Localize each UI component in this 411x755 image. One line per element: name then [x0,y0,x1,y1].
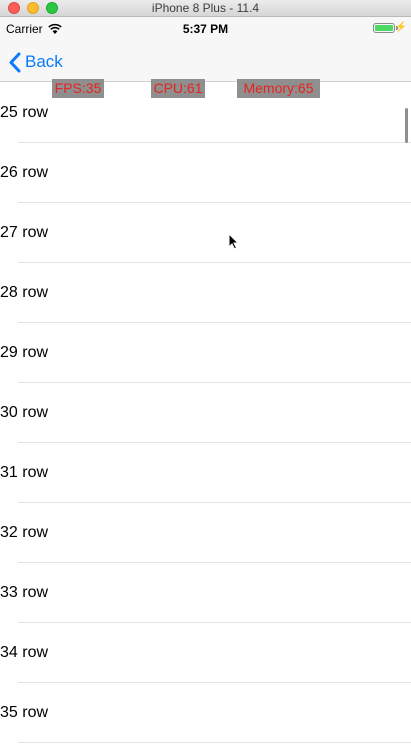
status-time: 5:37 PM [182,22,229,36]
table-row[interactable]: 26 row [0,143,411,203]
chevron-left-icon [9,52,21,72]
row-label: 27 row [0,224,49,241]
window-title: iPhone 8 Plus - 11.4 [151,1,260,15]
memory-monitor-label: Memory:65 [237,79,320,98]
simulator-title-bar: iPhone 8 Plus - 11.4 [0,0,411,17]
battery-icon [373,23,395,33]
row-label: 25 row [0,104,49,121]
row-label: 31 row [0,464,49,481]
table-row[interactable]: 34 row [0,623,411,683]
table-row[interactable]: 28 row [0,263,411,323]
row-label: 34 row [0,644,49,661]
navigation-bar: Back [0,41,411,82]
fps-monitor-label: FPS:35 [52,79,104,98]
row-label: 30 row [0,404,49,421]
back-button[interactable]: Back [8,51,63,73]
row-label: 33 row [0,584,49,601]
table-row[interactable]: 35 row [0,683,411,743]
row-label: 28 row [0,284,49,301]
mouse-cursor-icon [228,233,239,250]
cpu-monitor-label: CPU:61 [151,79,205,98]
table-row[interactable]: 30 row [0,383,411,443]
table-view[interactable]: 25 row 26 row 27 row 28 row 29 row 30 row 31 r… [0,83,411,755]
table-row[interactable]: 33 row [0,563,411,623]
back-button-label: Back [25,52,63,71]
table-row[interactable]: 27 row [0,203,411,263]
status-bar: Carrier 5:37 PM ⚡ [0,17,411,41]
charging-bolt-icon: ⚡ [394,22,407,33]
table-rows: 25 row 26 row 27 row 28 row 29 row 30 row 31 r… [0,83,411,743]
table-row[interactable]: 31 row [0,443,411,503]
row-label: 35 row [0,704,49,721]
row-label: 29 row [0,344,49,361]
table-row[interactable]: 29 row [0,323,411,383]
vertical-scrollbar[interactable] [405,108,408,143]
battery-level-fill [375,25,393,31]
row-label: 32 row [0,524,49,541]
row-label: 26 row [0,164,49,181]
table-row[interactable]: 32 row [0,503,411,563]
